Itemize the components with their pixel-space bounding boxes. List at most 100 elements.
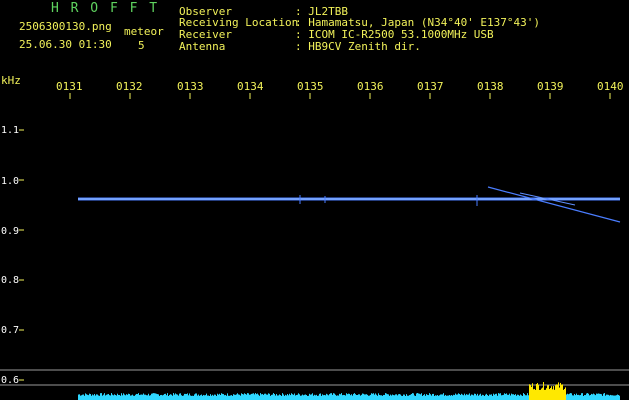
level-bar	[115, 395, 116, 400]
level-bar	[270, 395, 271, 400]
level-bar	[220, 394, 221, 400]
level-bar	[423, 395, 424, 400]
level-bar	[243, 394, 244, 400]
level-bar	[480, 393, 481, 400]
level-bar	[178, 395, 179, 400]
level-bar	[102, 395, 103, 400]
level-bar	[415, 395, 416, 400]
level-bar	[369, 395, 370, 400]
level-bar	[239, 394, 240, 400]
level-bar	[571, 393, 572, 400]
level-bar	[465, 395, 466, 400]
level-bar	[544, 389, 545, 400]
level-bar	[560, 382, 561, 400]
level-bar	[145, 394, 146, 400]
level-bar	[374, 394, 375, 400]
level-bar	[565, 387, 566, 400]
level-bar	[381, 395, 382, 400]
level-bar	[358, 394, 359, 400]
level-bar	[223, 394, 224, 400]
level-bar	[400, 394, 401, 400]
level-bar	[308, 395, 309, 400]
level-bar	[585, 395, 586, 400]
level-bar	[167, 393, 168, 400]
level-bar	[319, 393, 320, 400]
level-bar	[261, 394, 262, 400]
level-bar	[238, 394, 239, 400]
level-bar	[84, 395, 85, 400]
level-bar	[466, 394, 467, 400]
level-bar	[133, 395, 134, 400]
level-bar	[408, 395, 409, 400]
level-bar	[97, 394, 98, 400]
level-bar	[394, 395, 395, 400]
level-bar	[263, 394, 264, 400]
level-bar	[615, 395, 616, 400]
level-bar	[163, 394, 164, 400]
level-bar	[494, 394, 495, 400]
level-bar	[124, 394, 125, 400]
level-bar	[424, 394, 425, 400]
level-bar	[488, 395, 489, 400]
level-bar	[599, 393, 600, 400]
level-bar	[570, 393, 571, 400]
level-bar	[486, 393, 487, 400]
level-bar	[495, 393, 496, 400]
level-bar	[472, 394, 473, 400]
level-bar	[512, 394, 513, 400]
level-bar	[610, 394, 611, 400]
level-bar	[118, 394, 119, 400]
level-bar	[479, 394, 480, 400]
level-bar	[577, 394, 578, 400]
level-bar	[186, 394, 187, 400]
level-bar	[401, 395, 402, 400]
level-bar	[135, 394, 136, 400]
level-bar	[105, 395, 106, 400]
level-bar	[106, 394, 107, 400]
level-bar	[305, 394, 306, 400]
level-bar	[590, 394, 591, 400]
level-bar	[520, 394, 521, 400]
level-bar	[332, 394, 333, 400]
level-bar	[602, 395, 603, 400]
level-bar	[304, 394, 305, 400]
level-bar	[547, 385, 548, 400]
level-bar	[435, 395, 436, 400]
level-bar	[387, 394, 388, 400]
level-bar	[535, 389, 536, 400]
level-bar	[444, 395, 445, 400]
level-bar	[323, 395, 324, 400]
level-bar	[312, 393, 313, 400]
level-bar	[428, 395, 429, 400]
level-bar	[452, 395, 453, 400]
level-bar	[482, 394, 483, 400]
level-bar	[256, 394, 257, 400]
level-bar	[81, 395, 82, 400]
level-bar	[175, 393, 176, 400]
level-bar	[386, 393, 387, 400]
level-bar	[182, 395, 183, 400]
level-bar	[481, 395, 482, 400]
level-bar	[521, 395, 522, 400]
level-bar	[334, 393, 335, 400]
level-bar	[301, 395, 302, 400]
level-bar	[380, 395, 381, 400]
level-bar	[406, 394, 407, 400]
level-bar	[245, 393, 246, 400]
level-bar	[158, 394, 159, 400]
level-bar	[162, 395, 163, 400]
level-bar	[397, 395, 398, 400]
level-bar	[458, 393, 459, 400]
level-bar	[574, 393, 575, 400]
level-bar	[110, 395, 111, 400]
level-bar	[349, 393, 350, 400]
level-bar	[226, 395, 227, 400]
level-bar	[426, 394, 427, 400]
level-bar	[542, 387, 543, 400]
level-bar	[398, 394, 399, 400]
level-bar	[199, 395, 200, 400]
level-bar	[340, 394, 341, 400]
level-bar	[471, 394, 472, 400]
level-bar	[212, 394, 213, 400]
level-bar	[278, 395, 279, 400]
